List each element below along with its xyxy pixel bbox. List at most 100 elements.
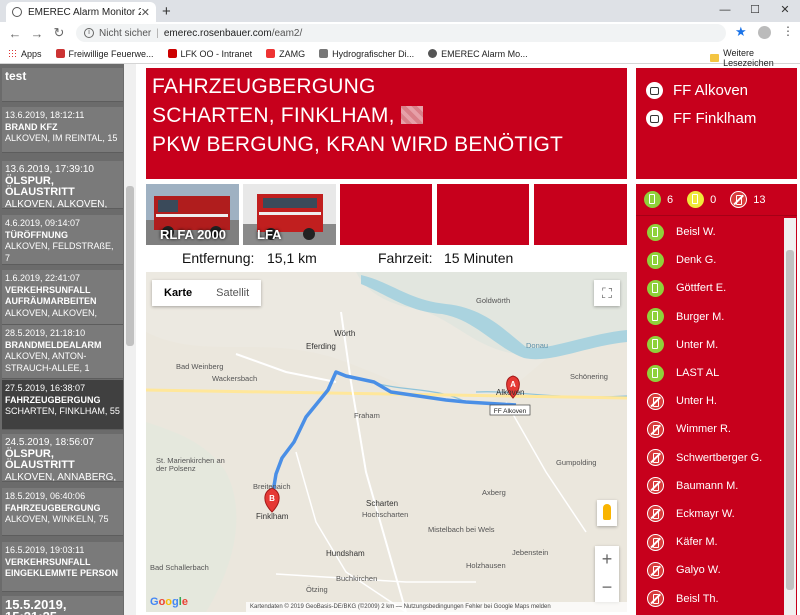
map-attribution: Kartendaten © 2019 GeoBasis-DE/BKG (©200… [246, 602, 627, 612]
bookmark-lfk[interactable]: LFK OO - Intranet [167, 49, 252, 59]
menu-icon[interactable]: ⋮ [782, 24, 794, 38]
bookmark-hydro[interactable]: Hydrografischer Di... [319, 49, 414, 59]
vehicle-label: RLFA 2000 [160, 227, 226, 242]
reload-icon[interactable]: ↻ [50, 25, 68, 41]
unit-row[interactable]: FF Finklham [636, 104, 797, 132]
map-canvas: A FF Alkoven B [146, 272, 627, 612]
crew-row[interactable]: Galyo W. [636, 556, 797, 584]
crew-row[interactable]: Wimmer R. [636, 415, 797, 443]
unavailable-icon [647, 449, 664, 467]
unavailable-icon [647, 505, 664, 523]
window-close-icon[interactable]: ✕ [770, 0, 800, 22]
alarm-list-scrollbar[interactable] [124, 64, 136, 615]
map-type-satellite[interactable]: Satellit [204, 280, 261, 306]
crew-row[interactable]: Baumann M. [636, 472, 797, 500]
browser-toolbar: ← → ↻ i Nicht sicher | emerec.rosenbauer… [0, 22, 800, 44]
bookmark-emerec[interactable]: EMEREC Alarm Mo... [428, 49, 528, 59]
crew-row[interactable]: Schwertberger G. [636, 444, 797, 472]
lfk-logo-icon [167, 49, 177, 58]
bookmark-ff[interactable]: Freiwillige Feuerwe... [55, 49, 154, 59]
vehicle-tile[interactable]: RLFA 2000 [146, 184, 239, 245]
map-type-map[interactable]: Karte [152, 280, 204, 306]
crew-row[interactable]: Beisl W. [636, 218, 797, 246]
crew-scrollbar[interactable] [784, 218, 796, 615]
pending-count: 0 [710, 193, 717, 206]
hydro-logo-icon [319, 49, 329, 58]
vehicle-tile-empty[interactable] [534, 184, 627, 245]
browser-tabstrip: EMEREC Alarm Monitor 2 ✕ + — ☐ ✕ [0, 0, 800, 22]
pegman-icon[interactable] [597, 500, 617, 526]
crew-row[interactable]: LAST AL [636, 359, 797, 387]
available-icon [647, 251, 664, 269]
minimize-icon[interactable]: — [710, 0, 740, 22]
alarm-item[interactable]: 13.6.2019, 17:39:10 ÖLSPUR, ÖLAUSTRITT A… [2, 161, 123, 209]
unavailable-icon [647, 590, 664, 608]
fullscreen-icon[interactable]: ⛶ [594, 280, 620, 306]
unavailable-count: 13 [753, 193, 766, 206]
crew-row[interactable]: Göttfert E. [636, 274, 797, 302]
distance-label: Entfernung: [182, 250, 255, 266]
back-icon[interactable]: ← [6, 26, 24, 41]
alarm-item[interactable]: 13.6.2019, 18:12:11 BRAND KFZ ALKOVEN, I… [2, 107, 123, 153]
browser-tab[interactable]: EMEREC Alarm Monitor 2 ✕ [6, 2, 156, 22]
crew-row[interactable]: Eckmayr W. [636, 500, 797, 528]
svg-text:B: B [269, 494, 275, 503]
unavailable-icon [647, 392, 664, 410]
alarm-item[interactable]: 18.5.2019, 06:40:06 FAHRZEUGBERGUNG ALKO… [2, 488, 123, 536]
available-icon [647, 223, 664, 241]
tab-title: EMEREC Alarm Monitor 2 [28, 6, 141, 18]
alarm-item[interactable]: test [2, 68, 123, 102]
crew-row[interactable]: Käfer M. [636, 528, 797, 556]
alarm-item[interactable]: 4.6.2019, 09:14:07 TÜRÖFFNUNG ALKOVEN, F… [2, 215, 123, 265]
unavailable-icon [730, 191, 748, 208]
scrollbar-thumb[interactable] [126, 186, 134, 346]
units-panel: FF Alkoven FF Finklham [636, 68, 797, 179]
close-icon[interactable]: ✕ [141, 6, 150, 19]
vehicle-tile[interactable]: LFA [243, 184, 336, 245]
forward-icon[interactable]: → [28, 26, 46, 41]
other-bookmarks[interactable]: Weitere Lesezeichen [710, 48, 800, 68]
redacted-box [400, 106, 423, 124]
unavailable-icon [647, 533, 664, 551]
bookmark-zamg[interactable]: ZAMG [266, 49, 305, 59]
globe-icon [12, 7, 22, 17]
info-icon[interactable]: i [84, 28, 94, 38]
url-host: emerec.rosenbauer.com [163, 27, 272, 39]
crew-row[interactable]: Unter H. [636, 387, 797, 415]
crew-row[interactable]: Beisl Th. [636, 584, 797, 612]
alarm-item[interactable]: 28.5.2019, 21:18:10 BRANDMELDEALARM ALKO… [2, 325, 123, 379]
unit-row[interactable]: FF Alkoven [636, 76, 797, 104]
available-icon [647, 336, 664, 354]
alarm-item[interactable]: 24.5.2019, 18:56:07 ÖLSPUR, ÖLAUSTRITT A… [2, 434, 123, 482]
globe-icon [428, 49, 438, 58]
available-icon [647, 279, 664, 297]
crew-row[interactable]: Unter M. [636, 331, 797, 359]
zoom-out-button[interactable]: − [595, 574, 619, 602]
pending-icon [687, 191, 705, 208]
alarm-item[interactable]: 1.6.2019, 22:41:07 VERKEHRSUNFALL AUFRÄU… [2, 270, 123, 325]
zamg-logo-icon [266, 49, 276, 58]
vehicle-tile-empty[interactable] [340, 184, 432, 245]
apps-icon [8, 49, 17, 58]
profile-avatar[interactable] [758, 26, 771, 39]
route-info: Entfernung: 15,1 km Fahrzeit: 15 Minuten [146, 249, 627, 269]
maximize-icon[interactable]: ☐ [740, 0, 770, 22]
alarm-item[interactable]: 15.5.2019, 15:21:25 [2, 596, 123, 615]
alarm-item-active[interactable]: 27.5.2019, 16:38:07 FAHRZEUGBERGUNG SCHA… [2, 380, 123, 430]
scrollbar-thumb[interactable] [786, 250, 794, 590]
vehicle-tile-empty[interactable] [437, 184, 529, 245]
address-bar[interactable]: i Nicht sicher | emerec.rosenbauer.com /… [76, 24, 726, 42]
route-map[interactable]: A FF Alkoven B Goldwörth Wörth Eferding … [146, 272, 627, 612]
bookmark-apps[interactable]: Apps [8, 49, 42, 59]
crew-row[interactable]: Denk G. [636, 246, 797, 274]
zoom-in-button[interactable]: + [595, 546, 619, 574]
new-tab-button[interactable]: + [162, 3, 171, 20]
alarm-item[interactable]: 16.5.2019, 19:03:11 VERKEHRSUNFALL EINGE… [2, 542, 123, 592]
google-logo: Google [150, 596, 188, 608]
alarm-header: FAHRZEUGBERGUNG SCHARTEN, FINKLHAM, PKW … [146, 68, 627, 179]
crew-row[interactable]: Burger M. [636, 303, 797, 331]
camera-icon [646, 109, 663, 127]
bookmark-star-icon[interactable]: ★ [735, 24, 747, 40]
camera-icon [646, 81, 663, 99]
distance-value: 15,1 km [267, 250, 317, 266]
